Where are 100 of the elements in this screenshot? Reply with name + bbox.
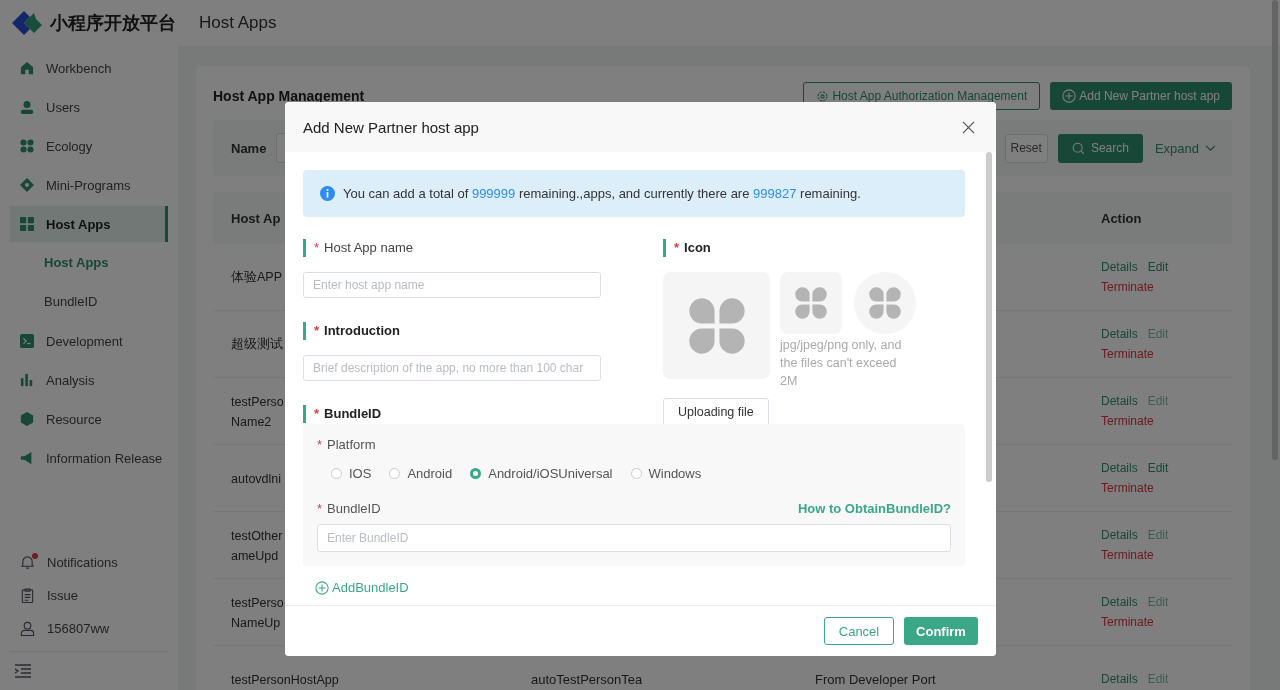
column-header: Action [1101,210,1143,226]
terminate-link[interactable]: Terminate [1101,347,1232,361]
field-label: BundleID [324,405,382,423]
field-label: Icon [684,239,711,257]
clover-icon [869,287,901,319]
section-title: Host App Management [213,88,365,104]
search-icon [1071,141,1085,155]
help-link[interactable]: How to ObtainBundleID? [797,501,951,516]
required-mark: * [317,501,323,516]
cube-icon [20,412,34,426]
bell-icon [20,555,35,570]
edit-link[interactable]: Edit [1147,260,1169,274]
field-label: Platform [327,437,376,452]
details-link[interactable]: Details [1101,461,1138,475]
grid-icon [20,217,34,231]
table-cell: autovdlni [231,471,282,486]
terminate-link[interactable]: Terminate [1101,481,1232,495]
sidebar-item[interactable]: Ecology [10,128,168,164]
brand-title: 小程序开放平台 [50,12,176,35]
page-scrollbar[interactable] [1272,0,1278,460]
clover-icon [795,287,827,319]
reset-button[interactable]: Reset [1004,133,1048,163]
terminate-link[interactable]: Terminate [1101,548,1232,562]
sidebar-item[interactable]: Information Release [10,440,168,476]
bundle-id-field[interactable]: Enter BundleID [317,524,951,552]
platform-radio[interactable]: Android [389,466,453,481]
bars-icon [20,373,34,387]
home-icon [20,61,34,75]
table-cell: testPerso NameUp [231,595,284,630]
sidebar-item[interactable]: 156807ww [10,612,168,645]
plus-circle-icon [315,580,329,595]
upload-button[interactable]: Uploading file [663,398,769,426]
details-link[interactable]: Details [1101,394,1138,408]
table-cell: autoTestPersonTea [531,671,643,687]
terminate-link[interactable]: Terminate [1101,615,1232,629]
sidebar-item[interactable]: Notifications [10,546,168,579]
sidebar-item[interactable]: Analysis [10,362,168,398]
table-cell: From Developer Port [815,671,936,687]
plus-circle-icon [1062,89,1077,103]
cancel-button[interactable]: Cancel [824,617,894,645]
gear-icon [816,89,830,103]
clover-icon [688,297,745,354]
table-cell: testOther ameUpd [231,528,283,563]
field-label: BundleID [327,501,381,516]
details-link[interactable]: Details [1101,260,1138,274]
person-icon [20,100,34,114]
sidebar-subitem[interactable]: BundleID [0,284,178,320]
required-mark: * [314,239,320,257]
platform-radio[interactable]: Android/iOSUniversal [470,466,613,481]
expand-button[interactable]: Expand [1152,140,1218,156]
required-mark: * [314,405,320,423]
close-icon[interactable] [962,120,975,134]
user-icon [20,621,35,636]
upload-hint: jpg/jpeg/png only, and the files can't exceed 2M [780,337,903,390]
terminal-icon [20,334,34,348]
table-cell: 体验APP [231,268,282,286]
terminate-link[interactable]: Terminate [1101,414,1232,428]
sidebar-subitem[interactable]: Host Apps [0,245,178,281]
required-mark: * [317,437,323,452]
chevron-down-icon [1205,144,1216,152]
required-mark: * [314,322,320,340]
megaphone-icon [20,451,34,465]
sidebar-item[interactable]: Workbench [10,50,168,86]
host-app-name-field[interactable]: Enter host app name [303,272,601,298]
details-link[interactable]: Details [1101,595,1138,609]
clipboard-icon [20,588,35,603]
edit-link[interactable]: Edit [1147,461,1169,475]
sidebar-item[interactable]: Issue [10,579,168,612]
column-header: Host Ap [231,210,281,226]
sidebar-item[interactable]: Development [10,323,168,359]
info-message: You can add a total of 999999 remaining.,apps, and currently there are 999827 remaining. [343,186,861,201]
required-mark: * [674,239,680,257]
table-cell: testPerso Name2 [231,394,284,429]
modal-scrollbar[interactable] [986,152,992,482]
confirm-button[interactable]: Confirm [904,617,978,645]
sidebar-item[interactable]: Host Apps [10,206,168,242]
page-title: Host Apps [199,13,277,33]
logo-icon [12,11,44,35]
sidebar-item[interactable]: Users [10,89,168,125]
info-icon [320,186,335,201]
sidebar-item[interactable]: Resource [10,401,168,437]
field-label: Host App name [324,239,413,257]
collapse-menu-icon[interactable] [14,664,32,678]
details-link[interactable]: Details [1101,672,1138,686]
details-link[interactable]: Details [1101,327,1138,341]
add-bundle-id-link[interactable]: AddBundleID [315,580,965,595]
terminate-link[interactable]: Terminate [1101,280,1232,294]
clover-icon [20,139,34,153]
search-button[interactable]: Search [1057,133,1143,163]
introduction-field[interactable]: Brief description of the app, no more than 100 char [303,355,601,381]
platform-radio[interactable]: IOS [331,466,372,481]
details-link[interactable]: Details [1101,528,1138,542]
platform-radio[interactable]: Windows [630,466,702,481]
diamond-icon [20,178,34,192]
add-host-app-button[interactable]: Add New Partner host app [1050,82,1232,110]
table-cell: 超级测试 [231,335,283,353]
filter-label: Name [231,140,267,156]
table-cell: testPersonHostApp [231,672,339,687]
sidebar-item[interactable]: Mini-Programs [10,167,168,203]
field-label: Introduction [324,322,400,340]
